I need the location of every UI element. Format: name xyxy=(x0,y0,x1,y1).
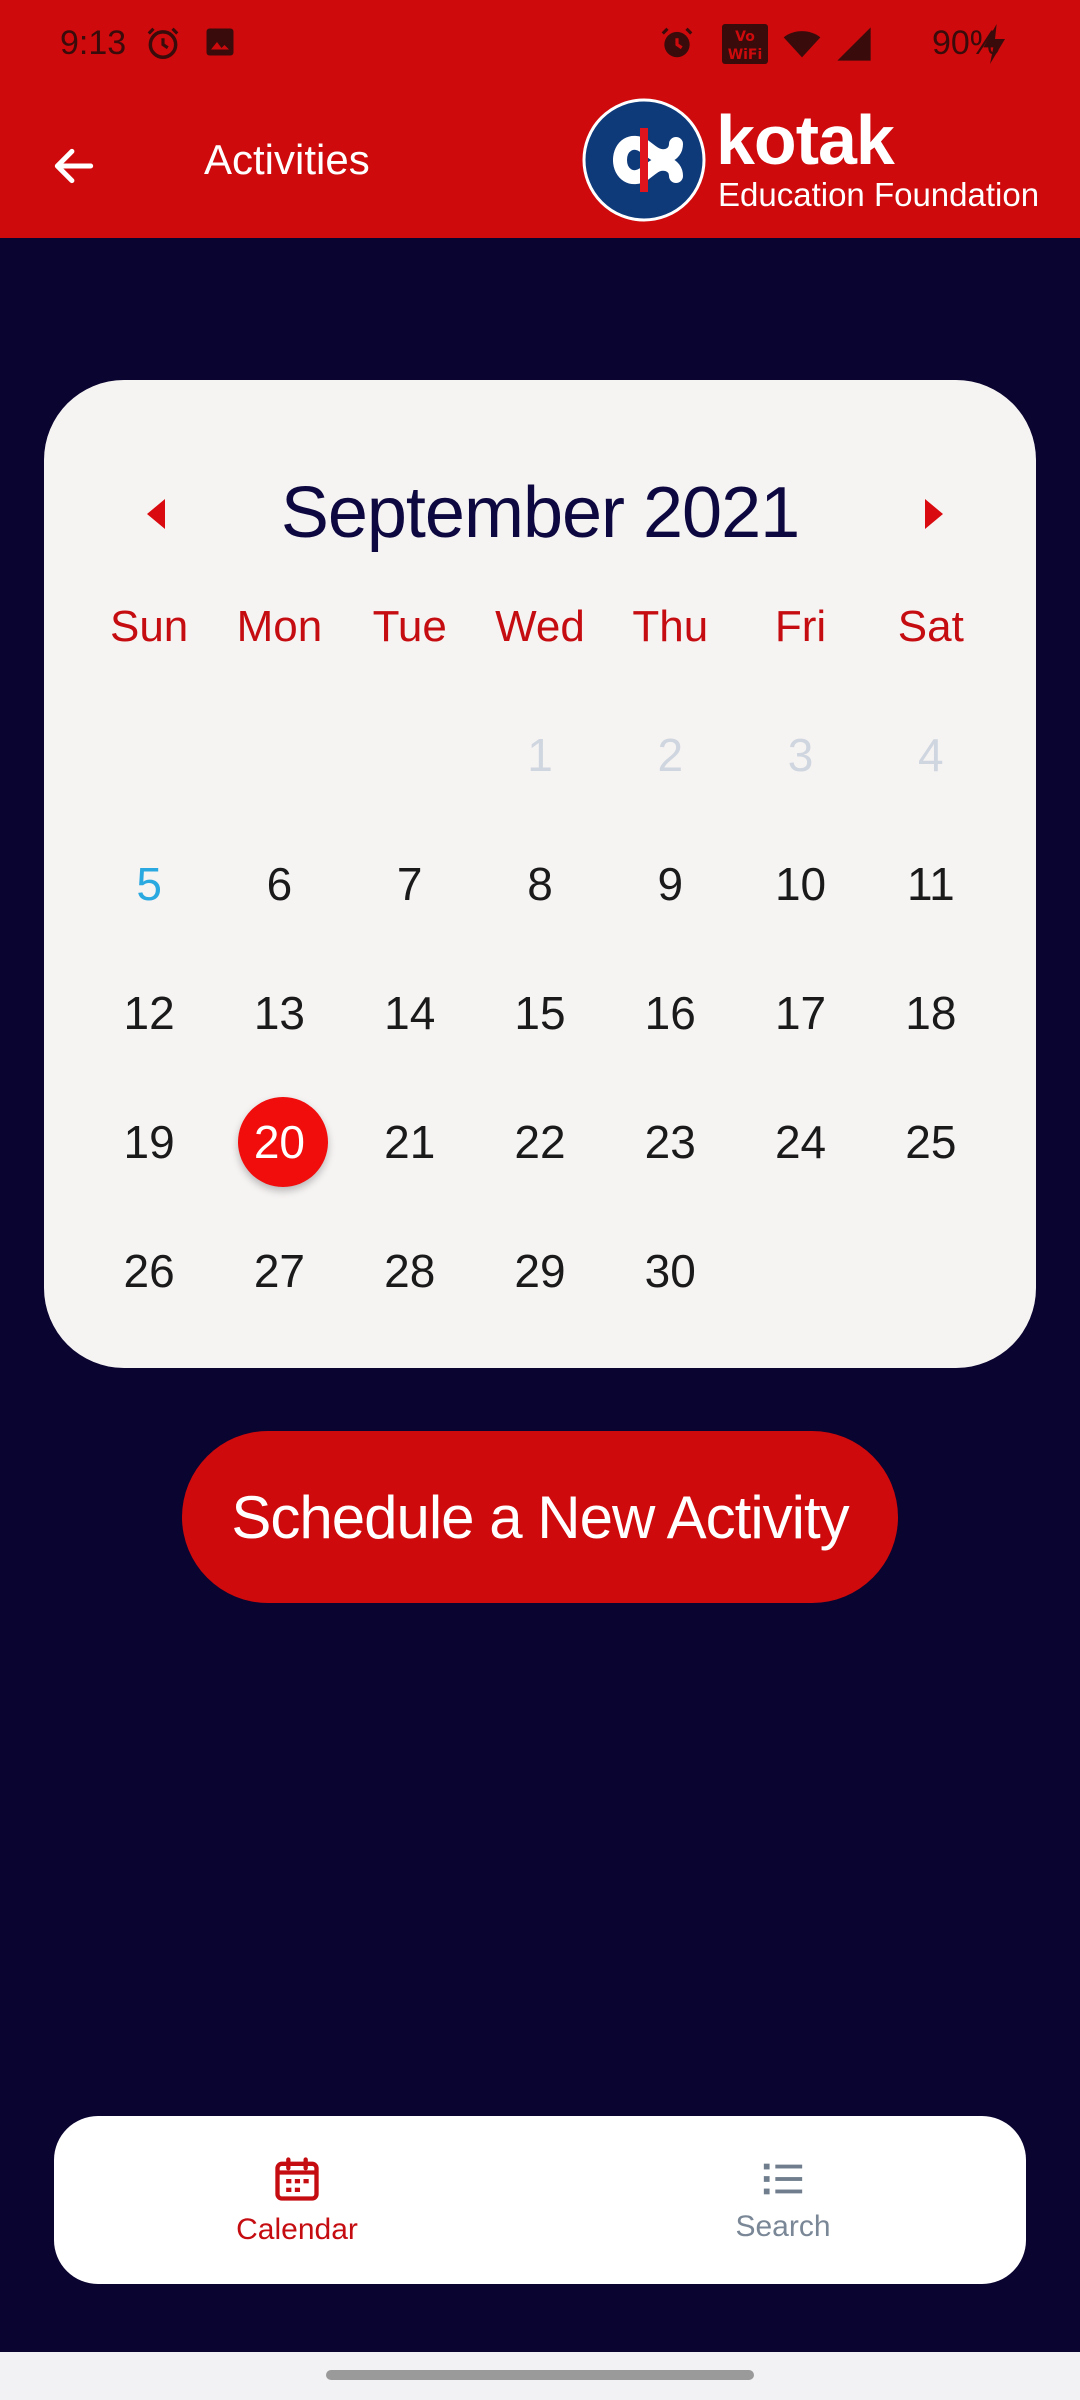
calendar-week: 12 13 14 15 16 17 18 xyxy=(84,948,996,1077)
calendar-day[interactable]: 30 xyxy=(605,1206,735,1335)
calendar-day[interactable]: 15 xyxy=(475,948,605,1077)
app-bar: Activities kotak Education Foundation xyxy=(0,92,1080,238)
month-title: September 2021 xyxy=(280,473,800,553)
calendar-day[interactable]: 12 xyxy=(84,948,214,1077)
calendar-day[interactable]: 4 xyxy=(866,690,996,819)
weekday-header: Sun Mon Tue Wed Thu Fri Sat xyxy=(84,602,996,662)
nav-item-search[interactable]: Search xyxy=(540,2116,1026,2284)
calendar-day-empty xyxy=(866,1206,996,1335)
arrow-back-icon xyxy=(54,148,94,184)
calendar-day[interactable]: 14 xyxy=(345,948,475,1077)
calendar-grid: 1 2 3 4 5 6 7 8 9 10 11 12 13 14 15 16 1… xyxy=(84,690,996,1335)
calendar-day[interactable]: 22 xyxy=(475,1077,605,1206)
calendar-day[interactable]: 11 xyxy=(866,819,996,948)
image-icon xyxy=(202,24,242,64)
nav-item-calendar[interactable]: Calendar xyxy=(54,2116,540,2284)
calendar-day[interactable]: 18 xyxy=(866,948,996,1077)
weekday-label: Tue xyxy=(372,602,447,651)
weekday-label: Mon xyxy=(236,602,323,651)
calendar-day[interactable]: 2 xyxy=(605,690,735,819)
calendar-day[interactable]: 3 xyxy=(735,690,865,819)
weekday-label: Sat xyxy=(897,602,964,651)
logo-subtitle-text: Education Foundation xyxy=(718,176,1040,213)
calendar-day-empty xyxy=(214,690,344,819)
kotak-logo-icon xyxy=(582,98,706,222)
calendar-day[interactable]: 23 xyxy=(605,1077,735,1206)
weekday-label: Thu xyxy=(632,602,709,651)
alarm-icon xyxy=(658,24,698,64)
calendar-week: 26 27 28 29 30 xyxy=(84,1206,996,1335)
svg-text:WiFi: WiFi xyxy=(728,47,763,63)
calendar-week: 19 20 21 22 23 24 25 xyxy=(84,1077,996,1206)
selected-day-number: 20 xyxy=(253,1115,305,1168)
charging-icon xyxy=(978,24,1018,64)
calendar-day-empty xyxy=(735,1206,865,1335)
next-month-button[interactable] xyxy=(914,494,954,534)
calendar-day[interactable]: 1 xyxy=(475,690,605,819)
brand-logo: kotak Education Foundation xyxy=(576,98,1040,222)
volte-wifi-icon: Vo WiFi xyxy=(722,24,768,64)
calendar-day[interactable]: 16 xyxy=(605,948,735,1077)
calendar-day[interactable]: 13 xyxy=(214,948,344,1077)
weekday-label: Fri xyxy=(774,602,827,651)
calendar-day[interactable]: 26 xyxy=(84,1206,214,1335)
calendar-day[interactable]: 24 xyxy=(735,1077,865,1206)
calendar-day[interactable]: 19 xyxy=(84,1077,214,1206)
calendar-day[interactable]: 27 xyxy=(214,1206,344,1335)
weekday-label: Wed xyxy=(495,602,585,651)
nav-label-calendar: Calendar xyxy=(236,2213,358,2246)
calendar-day[interactable]: 25 xyxy=(866,1077,996,1206)
svg-text:Vo: Vo xyxy=(735,29,755,45)
calendar-day[interactable]: 9 xyxy=(605,819,735,948)
caret-right-icon xyxy=(925,499,943,529)
calendar-day-selected[interactable]: 20 xyxy=(214,1077,344,1206)
schedule-activity-button[interactable]: Schedule a New Activity xyxy=(182,1431,898,1603)
calendar-day[interactable]: 8 xyxy=(475,819,605,948)
calendar-day-empty xyxy=(345,690,475,819)
month-header: September 2021 xyxy=(44,464,1036,564)
nav-label-search: Search xyxy=(735,2210,831,2243)
calendar-icon xyxy=(275,2157,319,2201)
page-title: Activities xyxy=(204,136,370,183)
signal-icon xyxy=(834,24,874,64)
bottom-navigation: Calendar Search xyxy=(54,2116,1026,2284)
calendar-day[interactable]: 29 xyxy=(475,1206,605,1335)
calendar-day[interactable]: 7 xyxy=(345,819,475,948)
home-gesture-handle[interactable] xyxy=(326,2370,754,2380)
calendar-day-empty xyxy=(84,690,214,819)
system-gesture-area xyxy=(0,2352,1080,2400)
calendar-week: 5 6 7 8 9 10 11 xyxy=(84,819,996,948)
list-icon xyxy=(763,2163,803,2195)
calendar-day[interactable]: 10 xyxy=(735,819,865,948)
calendar-day[interactable]: 28 xyxy=(345,1206,475,1335)
back-button[interactable] xyxy=(36,128,112,204)
alarm-icon xyxy=(144,24,184,64)
calendar-day[interactable]: 17 xyxy=(735,948,865,1077)
calendar-card: September 2021 Sun Mon Tue Wed Thu Fri S… xyxy=(44,380,1036,1368)
status-bar: 9:13 Vo WiFi 90% xyxy=(0,0,1080,92)
wifi-icon xyxy=(782,24,822,64)
weekday-label: Sun xyxy=(109,602,189,651)
calendar-day[interactable]: 6 xyxy=(214,819,344,948)
calendar-day-today[interactable]: 5 xyxy=(84,819,214,948)
status-time: 9:13 xyxy=(60,24,127,62)
calendar-day[interactable]: 21 xyxy=(345,1077,475,1206)
calendar-week: 1 2 3 4 xyxy=(84,690,996,819)
logo-brand-text: kotak xyxy=(716,101,895,179)
